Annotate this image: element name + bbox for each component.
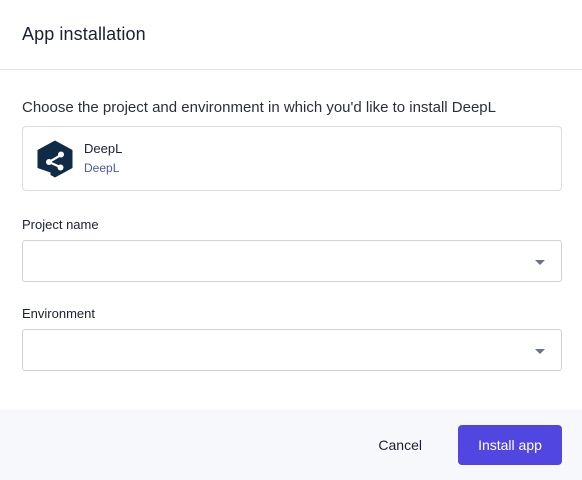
environment-label: Environment	[22, 306, 95, 321]
app-card: DeepL DeepL	[22, 126, 562, 191]
chevron-down-icon	[535, 349, 545, 354]
dialog-body: Choose the project and environment in wh…	[0, 70, 582, 371]
chevron-down-icon	[535, 260, 545, 265]
environment-select[interactable]	[22, 329, 562, 371]
app-text: DeepL DeepL	[84, 141, 122, 176]
app-name: DeepL	[84, 141, 123, 156]
project-name-select[interactable]	[22, 240, 562, 282]
project-name-label: Project name	[22, 217, 99, 232]
app-installation-dialog: App installation Choose the project and …	[0, 0, 582, 480]
install-app-button[interactable]: Install app	[458, 425, 562, 465]
dialog-footer: Cancel Install app	[0, 410, 582, 480]
dialog-header: App installation	[0, 0, 582, 70]
app-subtitle: DeepL	[84, 161, 120, 175]
intro-text: Choose the project and environment in wh…	[22, 99, 496, 116]
dialog-title: App installation	[22, 24, 146, 44]
cancel-button[interactable]: Cancel	[360, 425, 440, 465]
deepl-logo-icon	[37, 140, 73, 177]
